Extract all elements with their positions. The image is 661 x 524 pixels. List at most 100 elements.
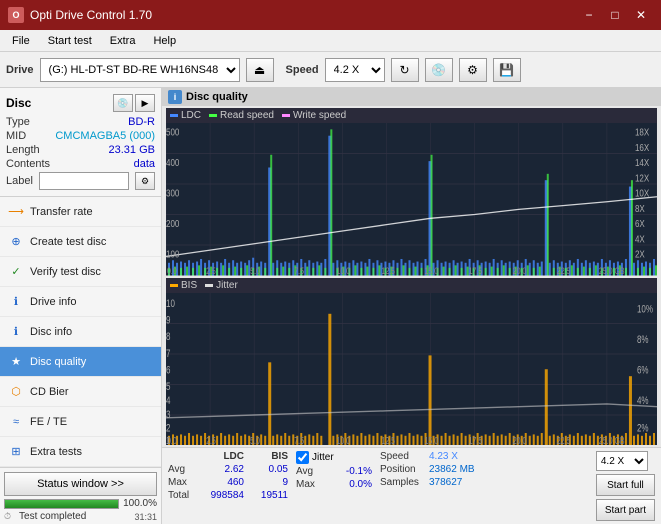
speed-select-toolbar[interactable]: 4.2 X (325, 58, 385, 82)
toolbar: Drive (G:) HL-DT-ST BD-RE WH16NS48 1.D3 … (0, 52, 661, 88)
transfer-rate-icon: ⟶ (8, 204, 24, 220)
disc-label-row: Label ⚙ (6, 172, 155, 190)
read-speed-dot (209, 114, 217, 117)
menu-file[interactable]: File (4, 33, 38, 49)
sidebar-item-create-test-disc[interactable]: ⊕ Create test disc (0, 227, 161, 257)
content-area: i Disc quality LDC Read speed (162, 88, 661, 524)
status-completed-text: Test completed (15, 511, 86, 522)
action-col: 4.2 X Start full Start part (596, 451, 655, 521)
chart-legend-bottom: BIS Jitter (166, 278, 657, 293)
disc-label-input[interactable] (39, 172, 129, 190)
progress-text: 100.0% (123, 498, 157, 509)
svg-text:2%: 2% (637, 422, 649, 435)
samples-label: Samples (380, 477, 425, 488)
speed-info-val: 4.23 X (429, 451, 458, 462)
disc-mid-value: CMCMAGBA5 (000) (55, 130, 155, 142)
sidebar-item-transfer-rate[interactable]: ⟶ Transfer rate (0, 197, 161, 227)
close-button[interactable]: ✕ (629, 4, 653, 26)
svg-text:5.0: 5.0 (250, 434, 260, 445)
svg-text:12X: 12X (635, 173, 649, 184)
disc-contents-row: Contents data (6, 158, 155, 170)
jitter-avg-row: Avg -0.1% (296, 466, 372, 477)
jitter-checkbox[interactable] (296, 451, 309, 464)
svg-text:14X: 14X (635, 157, 649, 168)
sidebar-item-disc-quality[interactable]: ★ Disc quality (0, 347, 161, 377)
progress-bar-fill (5, 500, 118, 508)
menu-start-test[interactable]: Start test (40, 33, 100, 49)
svg-text:3: 3 (166, 408, 170, 421)
maximize-button[interactable]: □ (603, 4, 627, 26)
speed-info-row: Speed 4.23 X (380, 451, 475, 462)
sidebar-item-disc-info[interactable]: ℹ Disc info (0, 317, 161, 347)
drive-info-icon: ℹ (8, 294, 24, 310)
svg-text:10: 10 (166, 297, 175, 310)
status-window-button[interactable]: Status window >> (4, 472, 157, 496)
create-test-disc-icon: ⊕ (8, 234, 24, 250)
legend-read-speed: Read speed (209, 110, 274, 121)
sidebar-item-label-create-test: Create test disc (30, 236, 106, 248)
total-bis-val: 19511 (248, 490, 288, 501)
disc-type-label: Type (6, 116, 30, 128)
speed-select-action[interactable]: 4.2 X (596, 451, 648, 471)
sidebar-item-drive-info[interactable]: ℹ Drive info (0, 287, 161, 317)
charts-container: LDC Read speed Write speed (162, 106, 661, 447)
ldc-label: LDC (181, 110, 201, 121)
svg-text:500: 500 (166, 127, 179, 138)
avg-label: Avg (168, 464, 200, 475)
start-full-button[interactable]: Start full (596, 474, 655, 496)
menu-bar: File Start test Extra Help (0, 30, 661, 52)
disc-title: Disc (6, 96, 31, 110)
disc-icons: 💿 ▶ (113, 94, 155, 112)
svg-text:4: 4 (166, 394, 171, 407)
chart-header-icon: i (168, 90, 182, 104)
minimize-button[interactable]: − (577, 4, 601, 26)
extra-tests-icon: ⊞ (8, 444, 24, 460)
disc-type-value: BD-R (128, 116, 155, 128)
disc-label-btn[interactable]: ⚙ (135, 172, 155, 190)
save-button[interactable]: 💾 (493, 58, 521, 82)
max-label: Max (168, 477, 200, 488)
refresh-button[interactable]: ↻ (391, 58, 419, 82)
svg-text:10X: 10X (635, 188, 649, 199)
disc-length-value: 23.31 GB (109, 144, 155, 156)
eject-button[interactable]: ⏏ (246, 58, 274, 82)
menu-help[interactable]: Help (145, 33, 184, 49)
start-part-button[interactable]: Start part (596, 499, 655, 521)
position-label: Position (380, 464, 425, 475)
sidebar-item-extra-tests[interactable]: ⊞ Extra tests (0, 437, 161, 467)
svg-text:10.0: 10.0 (336, 434, 350, 445)
legend-bis: BIS (170, 280, 197, 291)
disc-mid-row: MID CMCMAGBA5 (000) (6, 130, 155, 142)
drive-select[interactable]: (G:) HL-DT-ST BD-RE WH16NS48 1.D3 (40, 58, 240, 82)
svg-text:22.5: 22.5 (557, 266, 571, 275)
jitter-col: Jitter Avg -0.1% Max 0.0% (296, 451, 372, 490)
position-info-row: Position 23862 MB (380, 464, 475, 475)
svg-text:300: 300 (166, 188, 179, 199)
settings-button[interactable]: ⚙ (459, 58, 487, 82)
max-ldc-val: 460 (204, 477, 244, 488)
jitter-max-label: Max (296, 479, 328, 490)
disc-button[interactable]: 💿 (425, 58, 453, 82)
svg-text:6%: 6% (637, 364, 649, 377)
disc-contents-label: Contents (6, 158, 50, 170)
disc-length-row: Length 23.31 GB (6, 144, 155, 156)
bottom-chart-wrapper: 10 9 8 7 6 5 4 3 2 1 10% 8% 6% (166, 293, 657, 446)
speed-info-col: Speed 4.23 X Position 23862 MB Samples 3… (380, 451, 475, 488)
disc-label-label: Label (6, 175, 33, 187)
sidebar-item-fe-te[interactable]: ≈ FE / TE (0, 407, 161, 437)
disc-icon-btn-1[interactable]: 💿 (113, 94, 133, 112)
sidebar-item-cd-bier[interactable]: ⬡ CD Bier (0, 377, 161, 407)
svg-text:8: 8 (166, 330, 170, 343)
menu-extra[interactable]: Extra (102, 33, 144, 49)
jitter-max-row: Max 0.0% (296, 479, 372, 490)
bis-col-header: BIS (248, 451, 288, 462)
svg-text:7: 7 (166, 347, 170, 360)
disc-type-row: Type BD-R (6, 116, 155, 128)
disc-icon-btn-2[interactable]: ▶ (135, 94, 155, 112)
jitter-label-chart: Jitter (216, 280, 238, 291)
svg-text:2X: 2X (635, 249, 645, 260)
svg-text:8%: 8% (637, 333, 649, 346)
svg-text:6X: 6X (635, 218, 645, 229)
sidebar-item-verify-test-disc[interactable]: ✓ Verify test disc (0, 257, 161, 287)
svg-text:25.0 GB: 25.0 GB (599, 266, 625, 275)
